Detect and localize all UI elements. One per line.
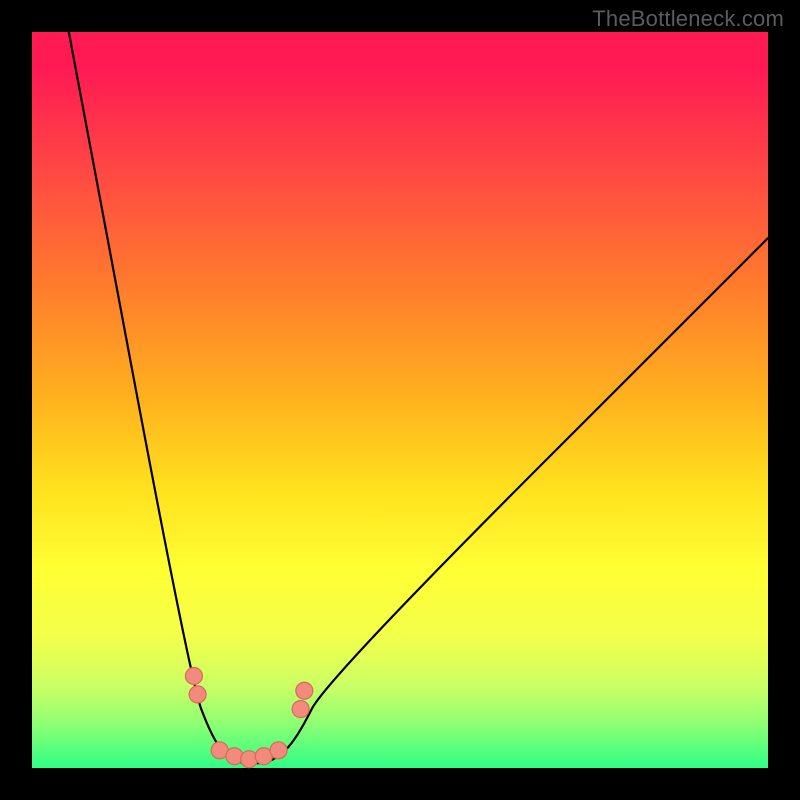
marker-right-pair-bottom — [292, 701, 309, 718]
marker-floor-2 — [226, 748, 243, 765]
marker-left-pair-top — [185, 668, 202, 685]
watermark-text: TheBottleneck.com — [592, 6, 784, 32]
chart-frame: TheBottleneck.com — [0, 0, 800, 800]
curve-markers — [32, 32, 768, 768]
marker-floor-5 — [270, 742, 287, 759]
marker-floor-3 — [241, 751, 258, 768]
marker-left-pair-bottom — [189, 686, 206, 703]
plot-area — [32, 32, 768, 768]
marker-right-pair-top — [296, 682, 313, 699]
